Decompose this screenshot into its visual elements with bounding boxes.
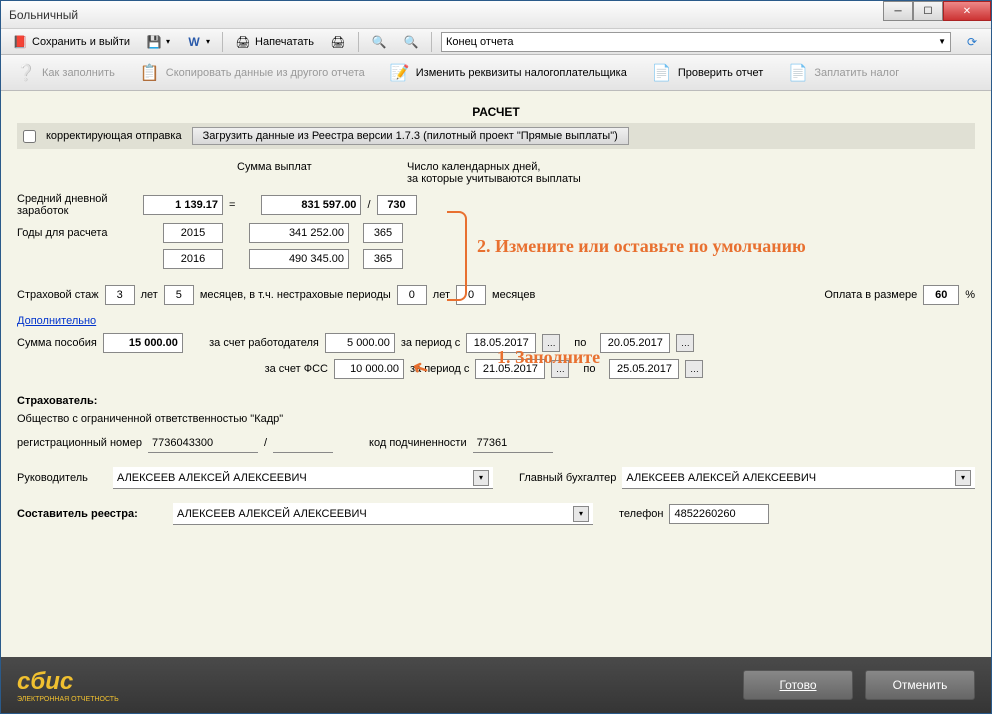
zoom-out-icon: 🔍 xyxy=(403,34,419,50)
year-1-sum[interactable] xyxy=(249,249,349,269)
ins-years[interactable] xyxy=(105,285,135,305)
app-window: Больничный ─ ☐ ✕ 📕 Сохранить и выйти 💾▾ … xyxy=(0,0,992,714)
content-area: РАСЧЕТ корректирующая отправка Загрузить… xyxy=(1,91,991,657)
correcting-row: корректирующая отправка Загрузить данные… xyxy=(17,123,975,149)
fss-date-from[interactable] xyxy=(475,359,545,379)
emp-date-from[interactable] xyxy=(466,333,536,353)
cancel-button[interactable]: Отменить xyxy=(865,670,975,700)
total-sum[interactable] xyxy=(261,195,361,215)
maximize-button[interactable]: ☐ xyxy=(913,1,943,21)
close-button[interactable]: ✕ xyxy=(943,1,991,21)
emp-date-to[interactable] xyxy=(600,333,670,353)
word-icon: W xyxy=(186,34,202,50)
load-registry-button[interactable]: Загрузить данные из Реестра версии 1.7.3… xyxy=(192,127,629,145)
edit-icon: 📝 xyxy=(389,62,411,84)
word-button[interactable]: W▾ xyxy=(179,31,217,53)
phone-input[interactable] xyxy=(669,504,769,524)
check-icon: 📄 xyxy=(651,62,673,84)
fss-date-to[interactable] xyxy=(609,359,679,379)
zoom-in-icon: 🔍 xyxy=(371,34,387,50)
disk-icon: 💾 xyxy=(146,34,162,50)
reg-number[interactable] xyxy=(148,433,258,453)
pay-icon: 📄 xyxy=(787,62,809,84)
pay-percent[interactable] xyxy=(923,285,959,305)
reg-number-2[interactable] xyxy=(273,433,333,453)
save-exit-icon: 📕 xyxy=(12,34,28,50)
pay-label: Оплата в размере xyxy=(824,289,917,301)
total-days[interactable] xyxy=(377,195,417,215)
year-1-days[interactable] xyxy=(363,249,403,269)
header-sum: Сумма выплат xyxy=(237,161,357,185)
avg-daily-value[interactable] xyxy=(143,195,223,215)
zoom-out-button[interactable]: 🔍 xyxy=(396,31,426,53)
zoom-in-button[interactable]: 🔍 xyxy=(364,31,394,53)
benefit-label: Сумма пособия xyxy=(17,337,97,349)
non-ins-years[interactable] xyxy=(397,285,427,305)
benefit-total[interactable] xyxy=(103,333,183,353)
sub-code[interactable] xyxy=(473,433,553,453)
printer-icon: 🖨 xyxy=(235,34,251,50)
year-0-days[interactable] xyxy=(363,223,403,243)
year-0[interactable] xyxy=(163,223,223,243)
correcting-checkbox[interactable] xyxy=(23,130,36,143)
refresh-icon: ⟳ xyxy=(964,34,980,50)
non-ins-months[interactable] xyxy=(456,285,486,305)
section-title: РАСЧЕТ xyxy=(17,101,975,123)
fss-amount[interactable] xyxy=(334,359,404,379)
logo-subtitle: ЭЛЕКТРОННАЯ ОТЧЕТНОСТЬ xyxy=(17,696,119,703)
calendar-icon[interactable]: … xyxy=(542,334,560,352)
insurance-label: Страховой стаж xyxy=(17,289,99,301)
avg-daily-label: Средний дневной заработок xyxy=(17,193,137,217)
calendar-icon[interactable]: … xyxy=(676,334,694,352)
calc-area: Сумма выплат Число календарных дней, за … xyxy=(17,161,975,379)
save-button[interactable]: 💾▾ xyxy=(139,31,177,53)
how-fill-button[interactable]: ❔ Как заполнить xyxy=(7,58,123,88)
chevron-down-icon[interactable]: ▾ xyxy=(573,506,589,522)
copy-icon: 📋 xyxy=(139,62,161,84)
additional-link[interactable]: Дополнительно xyxy=(17,315,96,327)
window-title: Больничный xyxy=(9,8,78,22)
year-0-sum[interactable] xyxy=(249,223,349,243)
author-combo[interactable]: АЛЕКСЕЕВ АЛЕКСЕЙ АЛЕКСЕЕВИЧ ▾ xyxy=(173,503,593,525)
insurer-title: Страхователь: xyxy=(17,395,975,407)
accountant-combo[interactable]: АЛЕКСЕЕВ АЛЕКСЕЙ АЛЕКСЕЕВИЧ ▾ xyxy=(622,467,975,489)
correcting-label: корректирующая отправка xyxy=(46,130,182,142)
calendar-icon[interactable]: … xyxy=(551,360,569,378)
check-report-button[interactable]: 📄 Проверить отчет xyxy=(643,58,772,88)
print-setup-button[interactable]: 🖨 xyxy=(323,31,353,53)
chevron-down-icon: ▼ xyxy=(938,37,946,46)
toolbar-main: 📕 Сохранить и выйти 💾▾ W▾ 🖨 Напечатать 🖨… xyxy=(1,29,991,55)
print-button[interactable]: 🖨 Напечатать xyxy=(228,31,321,53)
print-gear-icon: 🖨 xyxy=(330,34,346,50)
help-icon: ❔ xyxy=(15,62,37,84)
calendar-icon[interactable]: … xyxy=(685,360,703,378)
save-exit-button[interactable]: 📕 Сохранить и выйти xyxy=(5,31,137,53)
year-1[interactable] xyxy=(163,249,223,269)
pay-tax-button[interactable]: 📄 Заплатить налог xyxy=(779,58,907,88)
ready-button[interactable]: Готово xyxy=(743,670,853,700)
ins-months[interactable] xyxy=(164,285,194,305)
copy-data-button[interactable]: 📋 Скопировать данные из другого отчета xyxy=(131,58,373,88)
nav-dropdown[interactable]: Конец отчета ▼ xyxy=(441,32,951,52)
employer-amount[interactable] xyxy=(325,333,395,353)
change-requisites-button[interactable]: 📝 Изменить реквизиты налогоплательщика xyxy=(381,58,635,88)
header-days: Число календарных дней, за которые учиты… xyxy=(407,161,581,185)
footer: сбис ЭЛЕКТРОННАЯ ОТЧЕТНОСТЬ Готово Отмен… xyxy=(1,657,991,713)
chevron-down-icon[interactable]: ▾ xyxy=(955,470,971,486)
years-label: Годы для расчета xyxy=(17,227,137,239)
insurer-name: Общество с ограниченной ответственностью… xyxy=(17,413,975,425)
refresh-button[interactable]: ⟳ xyxy=(957,31,987,53)
logo: сбис xyxy=(17,668,73,695)
head-combo[interactable]: АЛЕКСЕЕВ АЛЕКСЕЙ АЛЕКСЕЕВИЧ ▾ xyxy=(113,467,493,489)
chevron-down-icon[interactable]: ▾ xyxy=(473,470,489,486)
titlebar: Больничный ─ ☐ ✕ xyxy=(1,1,991,29)
toolbar-actions: ❔ Как заполнить 📋 Скопировать данные из … xyxy=(1,55,991,91)
minimize-button[interactable]: ─ xyxy=(883,1,913,21)
